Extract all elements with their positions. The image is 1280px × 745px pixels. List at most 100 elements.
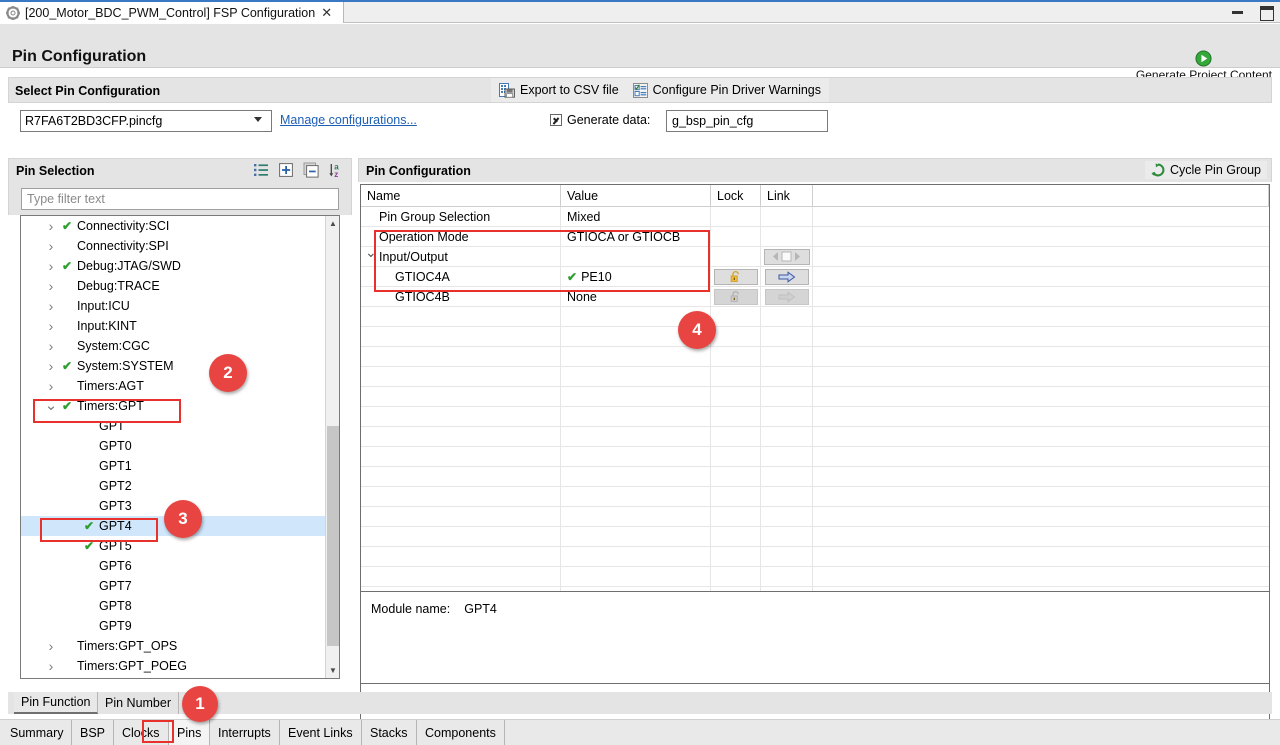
scroll-down-icon[interactable]: ▼ [326,663,339,678]
sort-az-icon[interactable]: a z [328,162,345,178]
chevron-down-icon[interactable]: ⌄ [365,247,377,261]
cell-lock [711,547,761,566]
tree-item-gpt7[interactable]: ✔GPT7 [21,576,325,596]
column-header-lock[interactable]: Lock [711,185,761,206]
tree-item-timers-gpt-ops[interactable]: ›✔Timers:GPT_OPS [21,636,325,656]
chevron-right-icon[interactable]: › [43,298,59,314]
link-navigator-icon[interactable] [763,248,810,265]
cell-value[interactable]: ✔ PE10 [561,267,711,286]
cell-link[interactable] [761,267,813,286]
tree-item-input-kint[interactable]: ›✔Input:KINT [21,316,325,336]
tree-item-timers-gpt-poeg[interactable]: ›✔Timers:GPT_POEG [21,656,325,676]
configure-pin-driver-warnings-button[interactable]: Configure Pin Driver Warnings [632,82,821,98]
cell-value[interactable] [561,247,711,266]
table-row[interactable]: Operation Mode GTIOCA or GTIOCB [361,227,1269,247]
chevron-right-icon[interactable]: › [43,278,59,294]
table-row[interactable]: ⌄ Input/Output [361,247,1269,267]
cell-name[interactable]: Operation Mode [361,227,561,246]
tree-item-connectivity-spi[interactable]: ›✔Connectivity:SPI [21,236,325,256]
collapse-all-icon[interactable] [303,162,320,178]
chevron-right-icon[interactable]: › [43,658,59,674]
tab-pins[interactable]: Pins [169,720,211,745]
minimize-button[interactable] [1230,3,1246,19]
export-to-csv-button[interactable]: Export to CSV file [499,82,619,98]
tree-scrollbar[interactable]: ▲ ▼ [325,216,339,678]
cell-lock[interactable] [711,267,761,286]
column-header-name[interactable]: Name [361,185,561,206]
expand-all-icon[interactable] [278,162,295,178]
cell-name[interactable]: GTIOC4B [361,287,561,306]
column-header-link[interactable]: Link [761,185,813,206]
tab-summary[interactable]: Summary [2,720,73,745]
cell-link [761,467,813,486]
restore-button[interactable] [1258,3,1274,21]
tree-item-gpt1[interactable]: ✔GPT1 [21,456,325,476]
tab-components[interactable]: Components [417,720,505,745]
cell-value[interactable]: None [561,287,711,306]
chevron-right-icon[interactable]: › [43,378,59,394]
show-categories-icon[interactable] [253,162,270,178]
chevron-right-icon[interactable]: › [43,258,59,274]
tab-clocks[interactable]: Clocks [114,720,169,745]
tree-item-gpt8[interactable]: ✔GPT8 [21,596,325,616]
table-row[interactable]: GTIOC4A ✔ PE10 [361,267,1269,287]
column-header-value[interactable]: Value [561,185,711,206]
pin-selection-tree[interactable]: ›✔Connectivity:SCI›✔Connectivity:SPI›✔De… [20,215,340,679]
cell-value[interactable]: GTIOCA or GTIOCB [561,227,711,246]
manage-configurations-link[interactable]: Manage configurations... [280,113,417,127]
tree-item-system-system[interactable]: › ✔ System:SYSTEM [21,356,325,376]
chevron-right-icon[interactable]: › [43,238,59,254]
tab-stacks[interactable]: Stacks [362,720,417,745]
tree-item-debug-trace[interactable]: ›✔Debug:TRACE [21,276,325,296]
chevron-right-icon[interactable]: › [43,338,59,354]
link-arrow-icon[interactable] [764,268,809,285]
cell-name[interactable]: Pin Group Selection [361,207,561,226]
table-row[interactable]: Pin Group Selection Mixed [361,207,1269,227]
cell-link [761,327,813,346]
subtab-pin-function[interactable]: Pin Function [14,692,99,714]
tree-item-gpt2[interactable]: ✔GPT2 [21,476,325,496]
tree-item-gpt6[interactable]: ✔GPT6 [21,556,325,576]
cell-name[interactable]: GTIOC4A [361,267,561,286]
cell-link[interactable] [761,247,813,266]
cell-name[interactable]: ⌄ Input/Output [361,247,561,266]
tree-item-system-cgc[interactable]: ›✔System:CGC [21,336,325,356]
chevron-right-icon[interactable]: › [43,638,59,654]
checkbox-icon[interactable] [550,114,562,126]
lock-icon[interactable] [713,268,758,285]
subtab-pin-number[interactable]: Pin Number [98,692,179,714]
csv-export-icon [499,83,515,98]
cell-name-text: Operation Mode [379,229,469,244]
scrollbar-thumb[interactable] [327,426,339,646]
tree-item-timers-gpt[interactable]: ⌄ ✔ Timers:GPT [21,396,325,416]
tree-item-input-icu[interactable]: ›✔Input:ICU [21,296,325,316]
search-input[interactable] [21,188,339,210]
cell-link [761,487,813,506]
pincfg-select[interactable]: R7FA6T2BD3CFP.pincfg [20,110,272,132]
cell-value[interactable]: Mixed [561,207,711,226]
generate-data-checkbox[interactable]: Generate data: [550,113,650,127]
tree-item-gpt5[interactable]: ✔ GPT5 [21,536,325,556]
cell-spacer [813,427,1269,446]
chevron-down-icon[interactable]: ⌄ [43,398,59,413]
cell-lock[interactable] [711,287,761,306]
tab-bsp[interactable]: BSP [72,720,115,745]
chevron-right-icon[interactable]: › [43,218,59,234]
tab-interrupts[interactable]: Interrupts [210,720,280,745]
cycle-pin-group-button[interactable]: Cycle Pin Group [1144,161,1267,179]
tree-item-connectivity-sci[interactable]: › ✔ Connectivity:SCI [21,216,325,236]
scroll-up-icon[interactable]: ▲ [326,216,339,231]
tab-event-links[interactable]: Event Links [280,720,362,745]
close-icon[interactable]: ✕ [321,6,332,19]
chevron-right-icon[interactable]: › [43,318,59,334]
tree-item-gpt[interactable]: ✔GPT [21,416,325,436]
generate-data-input[interactable] [666,110,828,132]
tree-item-debug-jtag-swd[interactable]: › ✔ Debug:JTAG/SWD [21,256,325,276]
cell-link[interactable] [761,287,813,306]
tree-item-timers-agt[interactable]: ›✔Timers:AGT [21,376,325,396]
chevron-right-icon[interactable]: › [43,358,59,374]
tree-item-gpt0[interactable]: ✔GPT0 [21,436,325,456]
editor-tab[interactable]: [200_Motor_BDC_PWM_Control] FSP Configur… [0,2,344,23]
tree-item-gpt9[interactable]: ✔GPT9 [21,616,325,636]
table-row[interactable]: GTIOC4B None [361,287,1269,307]
